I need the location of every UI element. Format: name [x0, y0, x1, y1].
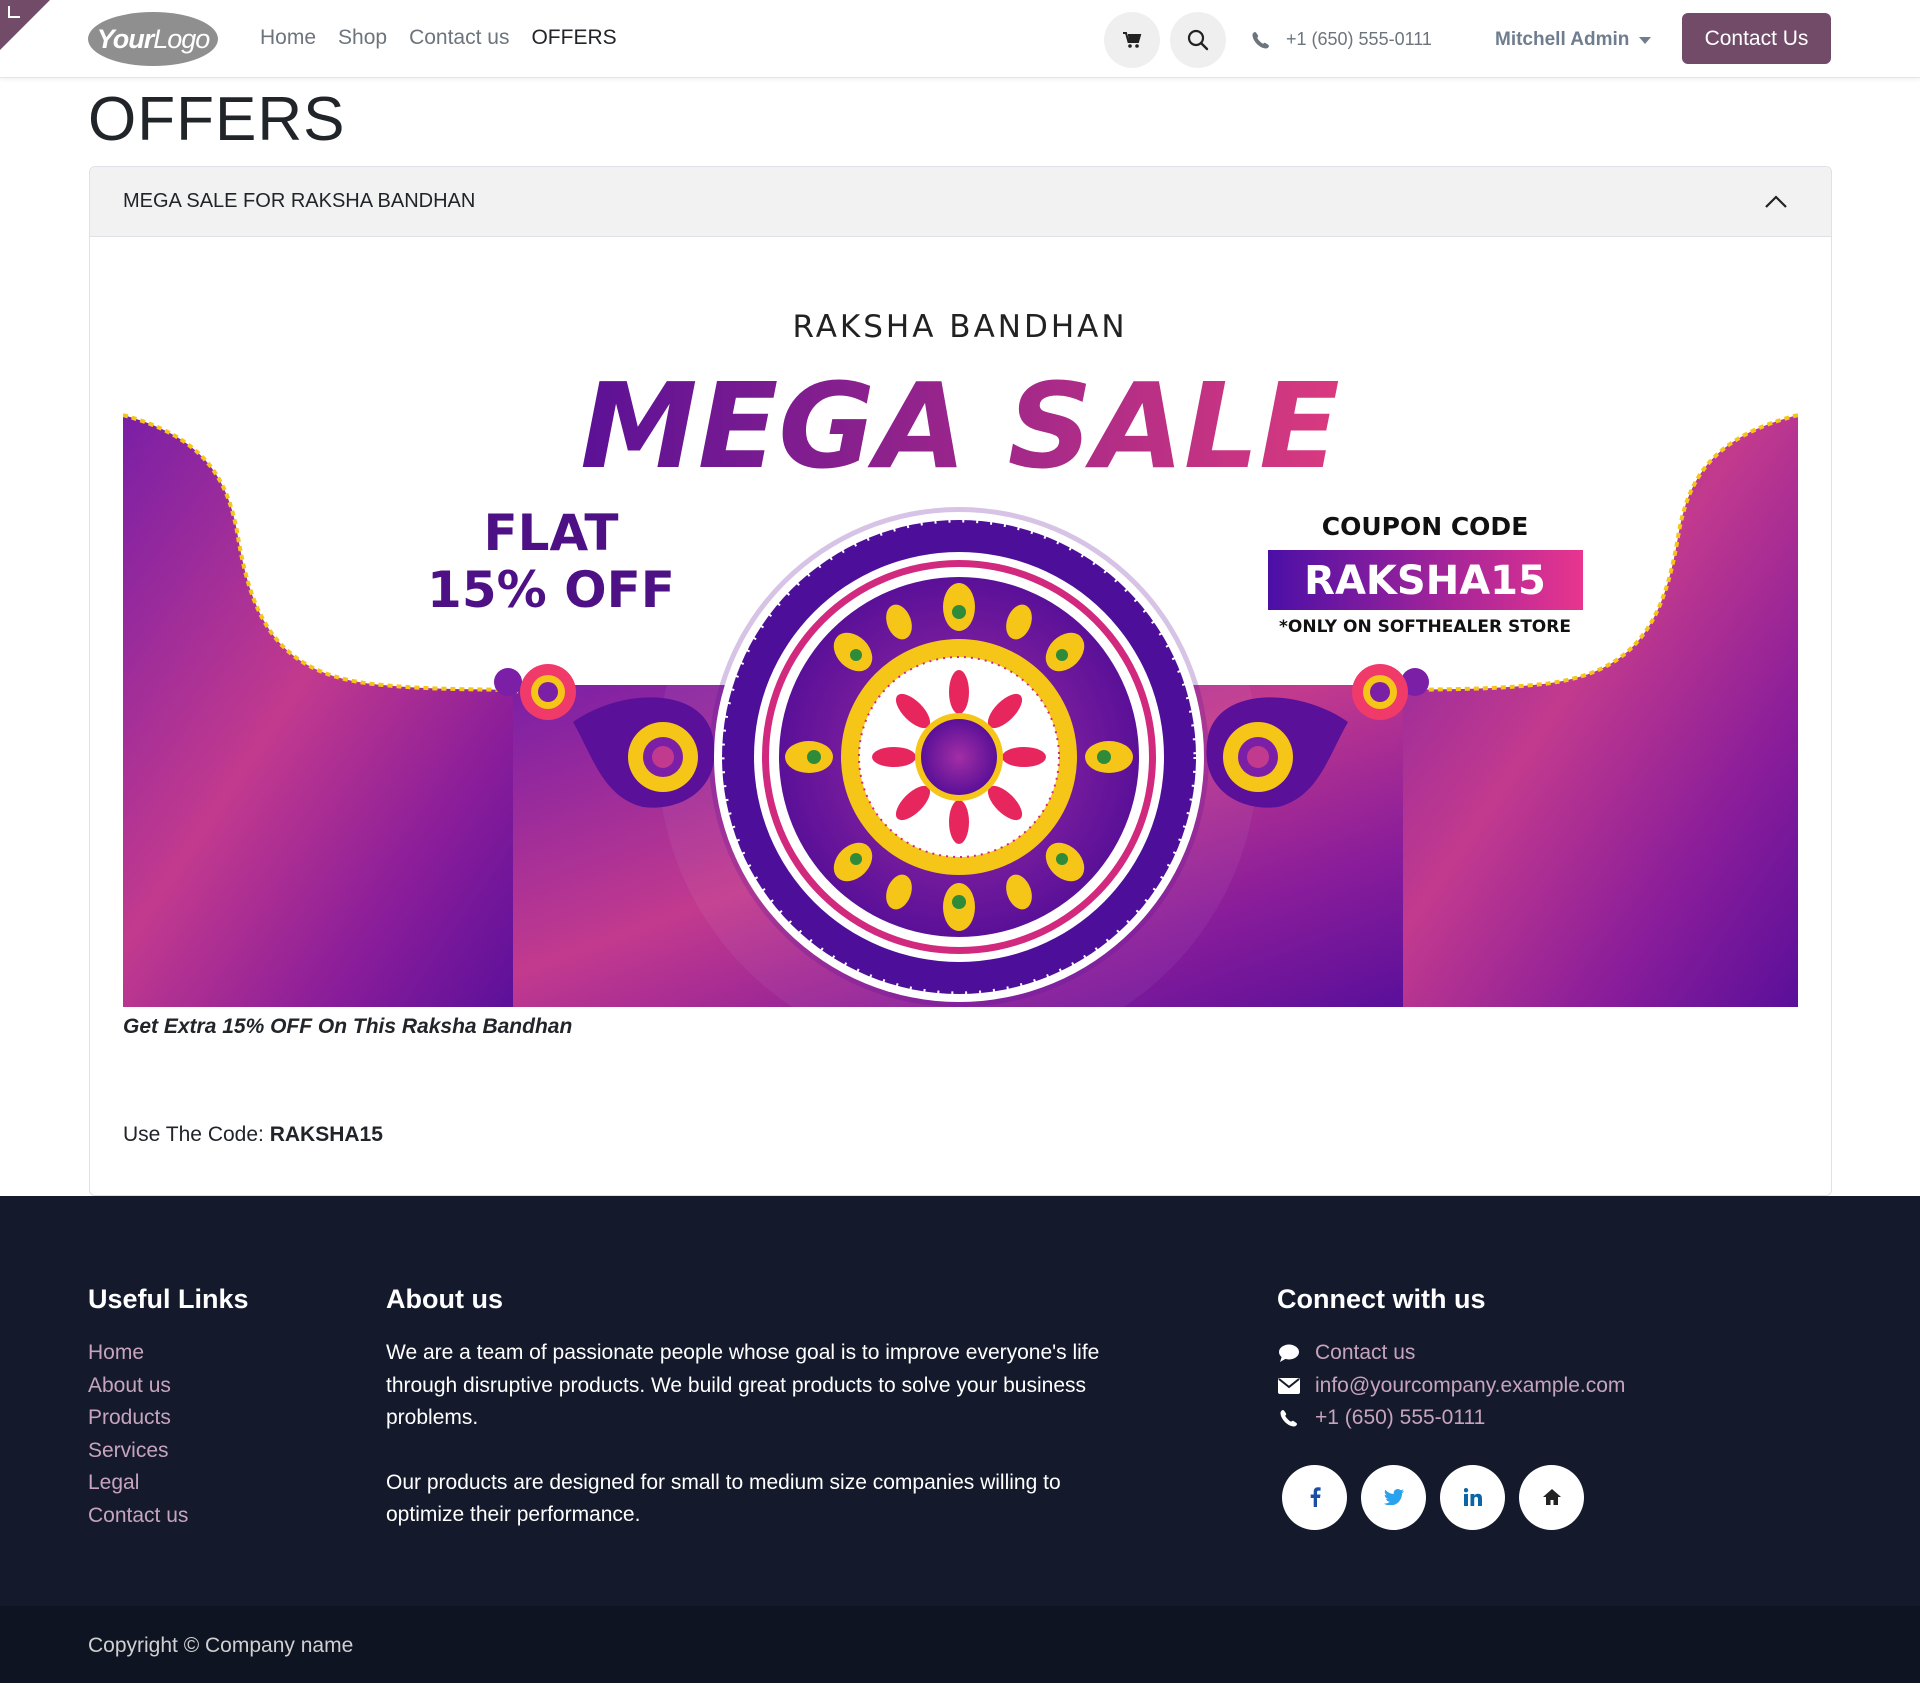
coupon-code: RAKSHA15	[1304, 558, 1546, 604]
nav-home[interactable]: Home	[260, 26, 316, 50]
footer-useful-links: Useful Links Home About us Products Serv…	[88, 1284, 249, 1532]
promo-text: Get Extra 15% OFF On This Raksha Bandhan	[123, 1015, 573, 1038]
copyright-text: Copyright © Company name	[88, 1634, 354, 1657]
footer-contact-link[interactable]: Contact us	[1277, 1337, 1625, 1370]
footer-link-home[interactable]: Home	[88, 1337, 249, 1370]
footer-link-legal[interactable]: Legal	[88, 1467, 249, 1500]
banner-discount: 15% OFF	[427, 561, 675, 619]
offer-accordion: MEGA SALE FOR RAKSHA BANDHAN RAKSHA BAND…	[89, 166, 1832, 1196]
logo-part-1: Your	[96, 23, 154, 54]
social-links	[1282, 1464, 1625, 1530]
coupon-instruction: Use The Code: RAKSHA15	[123, 1123, 383, 1147]
copyright-bar: Copyright © Company name	[0, 1606, 1920, 1686]
edit-corner-icon	[8, 6, 20, 18]
site-header: YourLogo Home Shop Contact us OFFERS +1 …	[0, 0, 1920, 78]
linkedin-button[interactable]	[1440, 1464, 1505, 1530]
footer-email: info@yourcompany.example.com	[1315, 1373, 1626, 1397]
about-paragraph-2: Our products are designed for small to m…	[386, 1470, 1061, 1527]
search-icon	[1187, 29, 1209, 51]
accordion-title: MEGA SALE FOR RAKSHA BANDHAN	[123, 190, 476, 212]
coupon-instruction-code: RAKSHA15	[269, 1123, 383, 1146]
linkedin-icon	[1463, 1488, 1482, 1506]
cart-icon	[1123, 32, 1142, 48]
coupon-store-note: *ONLY ON SOFTHEALER STORE	[1279, 617, 1571, 637]
about-paragraph-1: We are a team of passionate people whose…	[386, 1341, 1100, 1429]
twitter-icon	[1383, 1489, 1404, 1505]
footer-about: About us We are a team of passionate peo…	[386, 1284, 1106, 1564]
nav-contact-us[interactable]: Contact us	[409, 26, 509, 50]
banner-top-text: RAKSHA BANDHAN	[792, 309, 1127, 345]
home-button[interactable]	[1519, 1464, 1584, 1530]
footer-link-services[interactable]: Services	[88, 1435, 249, 1468]
nav-shop[interactable]: Shop	[338, 26, 387, 50]
user-menu[interactable]: Mitchell Admin	[1495, 29, 1652, 51]
site-logo[interactable]: YourLogo	[88, 12, 218, 66]
footer-contact-label: Contact us	[1315, 1341, 1416, 1364]
banner-bg-left	[123, 415, 523, 1007]
site-footer: Useful Links Home About us Products Serv…	[0, 1196, 1920, 1606]
banner-flat: FLAT	[484, 504, 619, 562]
footer-link-about-us[interactable]: About us	[88, 1370, 249, 1403]
contact-us-button[interactable]: Contact Us	[1682, 13, 1831, 64]
useful-links-heading: Useful Links	[88, 1284, 249, 1314]
footer-connect: Connect with us Contact us info@yourcomp…	[1277, 1284, 1625, 1530]
main-nav: Home Shop Contact us OFFERS	[260, 26, 617, 50]
search-button[interactable]	[1170, 12, 1226, 68]
cart-button[interactable]	[1104, 12, 1160, 68]
about-heading: About us	[386, 1284, 503, 1314]
home-icon	[1542, 1489, 1561, 1505]
facebook-icon	[1310, 1487, 1321, 1507]
accordion-header[interactable]: MEGA SALE FOR RAKSHA BANDHAN	[90, 167, 1831, 237]
nav-offers[interactable]: OFFERS	[531, 26, 616, 50]
envelope-icon	[1278, 1377, 1300, 1394]
chevron-up-icon	[1765, 195, 1787, 208]
phone-icon	[1280, 1410, 1297, 1427]
footer-link-contact-us[interactable]: Contact us	[88, 1500, 249, 1533]
user-name: Mitchell Admin	[1495, 29, 1630, 50]
connect-heading: Connect with us	[1277, 1284, 1486, 1314]
offer-banner: RAKSHA BANDHAN MEGA SALE FLAT 15% OFF CO…	[123, 267, 1798, 1007]
footer-phone-link[interactable]: +1 (650) 555-0111	[1277, 1402, 1625, 1435]
coupon-instruction-prefix: Use The Code:	[123, 1123, 264, 1146]
page-title: OFFERS	[88, 85, 346, 154]
twitter-button[interactable]	[1361, 1464, 1426, 1530]
banner-bg-right	[1393, 415, 1798, 1007]
header-phone[interactable]: +1 (650) 555-0111	[1252, 29, 1432, 50]
coupon-label: COUPON CODE	[1322, 512, 1529, 541]
logo-part-2: Logo	[153, 23, 210, 54]
footer-link-products[interactable]: Products	[88, 1402, 249, 1435]
comment-icon	[1279, 1344, 1299, 1363]
banner-headline: MEGA SALE	[580, 357, 1339, 495]
chevron-down-icon	[1639, 36, 1652, 44]
header-phone-number: +1 (650) 555-0111	[1286, 29, 1432, 49]
footer-email-link[interactable]: info@yourcompany.example.com	[1277, 1370, 1625, 1403]
footer-phone: +1 (650) 555-0111	[1315, 1406, 1486, 1429]
facebook-button[interactable]	[1282, 1464, 1347, 1530]
phone-icon	[1252, 31, 1269, 48]
